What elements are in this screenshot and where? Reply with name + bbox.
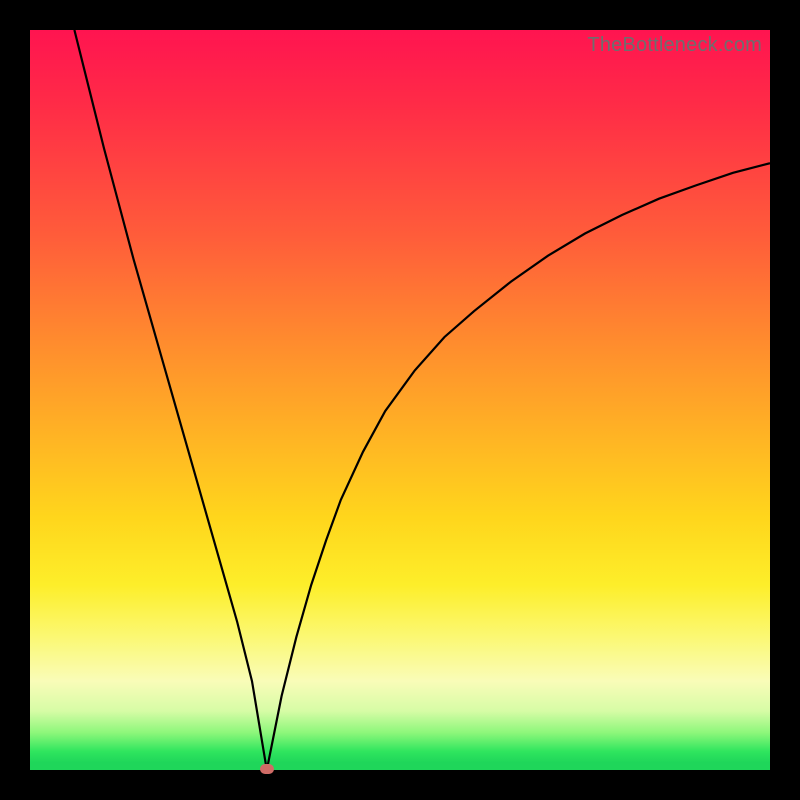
watermark-text: TheBottleneck.com <box>587 34 762 57</box>
chart-container: TheBottleneck.com <box>0 0 800 800</box>
curve-path <box>74 30 770 770</box>
minimum-marker <box>260 764 274 774</box>
plot-area: TheBottleneck.com <box>30 30 770 770</box>
bottleneck-curve <box>30 30 770 770</box>
